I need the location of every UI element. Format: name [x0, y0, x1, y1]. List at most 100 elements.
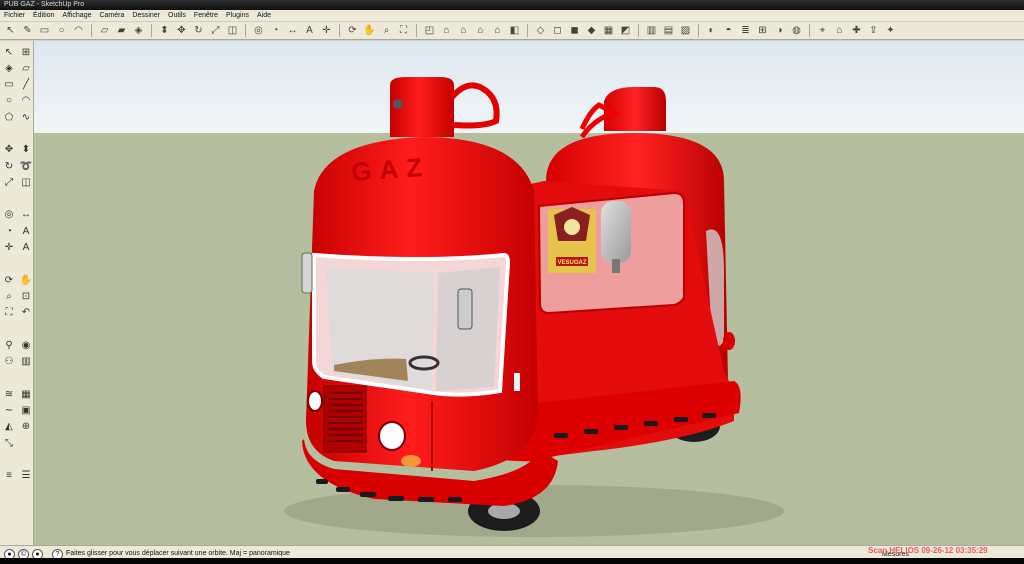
menu-plugins[interactable]: Plugins: [226, 10, 249, 21]
component-icon[interactable]: ⊞: [18, 44, 34, 60]
arc-icon[interactable]: ◠: [18, 93, 34, 109]
section-plane-icon[interactable]: ▥: [18, 354, 34, 370]
menu-draw[interactable]: Dessiner: [132, 10, 160, 21]
scale-icon[interactable]: ⤢: [208, 23, 223, 38]
eraser-icon[interactable]: ▱: [18, 60, 34, 76]
follow-me-icon[interactable]: ➰: [18, 158, 34, 174]
eraser-alt-icon[interactable]: ▰: [114, 23, 129, 38]
push-pull-icon[interactable]: ⬍: [157, 23, 172, 38]
stamp-icon[interactable]: ▣: [18, 403, 34, 419]
move-icon[interactable]: ✥: [1, 142, 17, 158]
scale-icon[interactable]: ⤢: [1, 174, 17, 190]
menu-edit[interactable]: Édition: [33, 10, 54, 21]
position-camera-icon[interactable]: ⚲: [1, 337, 17, 353]
shadow-icon[interactable]: ◐: [704, 23, 719, 38]
protractor-icon[interactable]: ◔: [268, 23, 283, 38]
axes-icon[interactable]: ✛: [1, 240, 17, 256]
smoove-icon[interactable]: ∼: [1, 403, 17, 419]
freehand-icon[interactable]: ∿: [18, 109, 34, 125]
rotate-icon[interactable]: ↻: [1, 158, 17, 174]
back-view-icon[interactable]: ⌂: [490, 23, 505, 38]
flip-edge-icon[interactable]: ⤡: [1, 435, 17, 451]
materials-icon[interactable]: ◍: [789, 23, 804, 38]
zoom-icon[interactable]: ⌕: [1, 288, 17, 304]
warehouse-icon[interactable]: ⌂: [832, 23, 847, 38]
plugin-icon[interactable]: ✦: [883, 23, 898, 38]
rectangle-icon[interactable]: ▭: [1, 77, 17, 93]
walk-icon[interactable]: ⚇: [1, 354, 17, 370]
iso-view-icon[interactable]: ◰: [422, 23, 437, 38]
circle-icon[interactable]: ○: [54, 23, 69, 38]
dimension-icon[interactable]: ↔: [285, 23, 300, 38]
look-around-icon[interactable]: ◉: [18, 337, 34, 353]
eraser-icon[interactable]: ▱: [97, 23, 112, 38]
tape-measure-icon[interactable]: ◎: [1, 207, 17, 223]
section-plane-icon[interactable]: ▥: [644, 23, 659, 38]
model-viewport[interactable]: VESUGAZ GAZ: [34, 41, 1024, 545]
right-view-icon[interactable]: ⌂: [473, 23, 488, 38]
textured-icon[interactable]: ▦: [601, 23, 616, 38]
paint-bucket-icon[interactable]: ◈: [1, 60, 17, 76]
push-pull-icon[interactable]: ⬍: [18, 142, 34, 158]
wireframe-icon[interactable]: ◻: [550, 23, 565, 38]
pencil-icon[interactable]: ✎: [20, 23, 35, 38]
monochrome-icon[interactable]: ◩: [618, 23, 633, 38]
arc-icon[interactable]: ◠: [71, 23, 86, 38]
select-icon[interactable]: ↖: [3, 23, 18, 38]
orbit-icon[interactable]: ⟳: [345, 23, 360, 38]
zoom-window-icon[interactable]: ⊡: [18, 288, 34, 304]
shaded-icon[interactable]: ◆: [584, 23, 599, 38]
menu-tools[interactable]: Outils: [168, 10, 186, 21]
paint-bucket-icon[interactable]: ◈: [131, 23, 146, 38]
menu-view[interactable]: Affichage: [62, 10, 91, 21]
geo-location-icon[interactable]: ⌖: [815, 23, 830, 38]
hidden-line-icon[interactable]: ◼: [567, 23, 582, 38]
add-detail-icon[interactable]: ⊕: [18, 419, 34, 435]
offset-icon[interactable]: ◫: [225, 23, 240, 38]
orbit-icon[interactable]: ⟳: [1, 272, 17, 288]
menu-file[interactable]: Fichier: [4, 10, 25, 21]
offset-icon[interactable]: ◫: [18, 174, 34, 190]
text-icon[interactable]: A: [302, 23, 317, 38]
rectangle-icon[interactable]: ▭: [37, 23, 52, 38]
section-display-icon[interactable]: ▤: [661, 23, 676, 38]
left-view-icon[interactable]: ◧: [507, 23, 522, 38]
protractor-icon[interactable]: ◔: [1, 223, 17, 239]
axes-icon[interactable]: ✛: [319, 23, 334, 38]
top-view-icon[interactable]: ⌂: [439, 23, 454, 38]
layers-icon[interactable]: ≣: [738, 23, 753, 38]
select-icon[interactable]: ↖: [1, 44, 17, 60]
circle-icon[interactable]: ○: [1, 93, 17, 109]
dimension-icon[interactable]: ↔: [18, 207, 34, 223]
text-icon[interactable]: A: [18, 223, 34, 239]
xray-icon[interactable]: ◇: [533, 23, 548, 38]
outliner-icon[interactable]: ☰: [18, 468, 34, 484]
pan-icon[interactable]: ✋: [18, 272, 34, 288]
previous-view-icon[interactable]: ↶: [18, 305, 34, 321]
zoom-extents-icon[interactable]: ⛶: [1, 305, 17, 321]
rotate-icon[interactable]: ↻: [191, 23, 206, 38]
3d-text-icon[interactable]: A: [18, 240, 34, 256]
fog-icon[interactable]: ◓: [721, 23, 736, 38]
extension-icon[interactable]: ✚: [849, 23, 864, 38]
menu-window[interactable]: Fenêtre: [194, 10, 218, 21]
menu-help[interactable]: Aide: [257, 10, 271, 21]
move-icon[interactable]: ✥: [174, 23, 189, 38]
sandbox-from-scratch-icon[interactable]: ▦: [18, 386, 34, 402]
sandbox-from-contours-icon[interactable]: ≋: [1, 386, 17, 402]
layer-tool-icon[interactable]: ≡: [1, 468, 17, 484]
scene-svg[interactable]: VESUGAZ GAZ: [34, 41, 1024, 545]
front-view-icon[interactable]: ⌂: [456, 23, 471, 38]
pan-icon[interactable]: ✋: [362, 23, 377, 38]
line-icon[interactable]: ╱: [18, 77, 34, 93]
share-icon[interactable]: ⇪: [866, 23, 881, 38]
components-icon[interactable]: ⊞: [755, 23, 770, 38]
styles-icon[interactable]: ◑: [772, 23, 787, 38]
section-cut-icon[interactable]: ▧: [678, 23, 693, 38]
drape-icon[interactable]: ◭: [1, 419, 17, 435]
zoom-extents-icon[interactable]: ⛶: [396, 23, 411, 38]
menu-camera[interactable]: Caméra: [99, 10, 124, 21]
zoom-icon[interactable]: ⌕: [379, 23, 394, 38]
polygon-icon[interactable]: ⬠: [1, 109, 17, 125]
tape-measure-icon[interactable]: ◎: [251, 23, 266, 38]
